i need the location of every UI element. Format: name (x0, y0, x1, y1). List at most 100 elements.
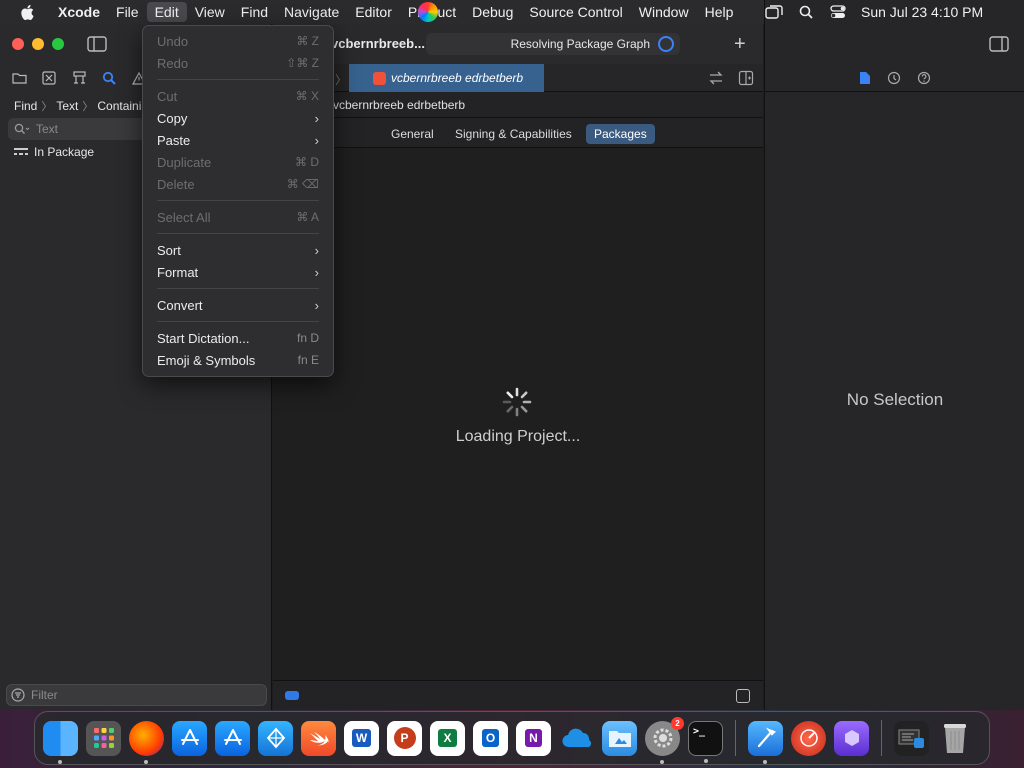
apple-icon[interactable] (18, 3, 36, 21)
recent-documents-stack-icon[interactable] (894, 720, 929, 756)
debug-bar (273, 680, 763, 710)
project-title[interactable]: vcbernrbreeb... (331, 36, 425, 51)
jump-bar: vcbernrbreeb edrbetberb (273, 92, 763, 118)
microsoft-outlook-icon[interactable]: O (473, 720, 508, 756)
search-icon (14, 123, 30, 134)
menu-item-emoji-symbols[interactable]: Emoji & Symbols fn E (143, 349, 333, 371)
segment-signing-capabilities[interactable]: Signing & Capabilities (447, 124, 580, 144)
terminal-glyph: >_ (693, 725, 706, 737)
app-store-icon[interactable] (172, 720, 207, 756)
menu-item-label: Sort (157, 242, 181, 258)
search-scope[interactable]: In Package (14, 145, 94, 159)
swift-playgrounds-icon[interactable] (301, 720, 336, 756)
app-store-alt-icon[interactable] (215, 720, 250, 756)
running-indicator (660, 759, 664, 764)
help-inspector-icon[interactable] (917, 71, 931, 85)
chevron-right-icon[interactable]: 〉 (335, 71, 347, 88)
menu-source-control[interactable]: Source Control (521, 2, 630, 22)
xcode-icon[interactable] (748, 720, 783, 764)
add-library-button[interactable]: + (734, 34, 746, 54)
file-inspector-icon[interactable] (859, 71, 871, 85)
no-selection-label: No Selection (846, 390, 944, 409)
xcode-instruments-icon[interactable] (258, 720, 293, 756)
color-wheel-cursor-icon (418, 2, 438, 22)
menu-separator (157, 233, 319, 234)
instruments-icon[interactable] (791, 720, 826, 756)
menu-item-undo[interactable]: Undo ⌘ Z (143, 30, 333, 52)
menu-help[interactable]: Help (697, 2, 742, 22)
close-window-button[interactable] (12, 38, 24, 50)
menu-item-duplicate[interactable]: Duplicate ⌘ D (143, 151, 333, 173)
breadcrumb-find[interactable]: Find (14, 99, 37, 113)
system-settings-icon[interactable]: 2 (645, 716, 684, 764)
segment-general[interactable]: General (383, 124, 442, 144)
scope-icon (14, 148, 28, 155)
show-debug-area-icon[interactable] (736, 689, 750, 703)
inspector-toggle-icon[interactable] (989, 36, 1009, 52)
menu-item-redo[interactable]: Redo ⇧⌘ Z (143, 52, 333, 74)
launchpad-icon[interactable] (86, 720, 121, 756)
microsoft-excel-icon[interactable]: X (430, 720, 465, 756)
finder-icon[interactable] (43, 720, 78, 764)
navigator-filter-input[interactable]: Filter (6, 684, 267, 706)
menu-find[interactable]: Find (233, 2, 276, 22)
editor-tab-project[interactable]: vcbernrbreeb edrbetberb (349, 64, 544, 92)
menu-clock[interactable]: Sun Jul 23 4:10 PM (861, 4, 983, 20)
menu-item-delete[interactable]: Delete ⌘ ⌫ (143, 173, 333, 195)
menu-separator (157, 321, 319, 322)
firefox-icon[interactable] (129, 720, 164, 764)
menu-app-xcode[interactable]: Xcode (50, 2, 108, 22)
trash-icon[interactable] (937, 721, 972, 756)
find-navigator-icon[interactable] (100, 69, 118, 87)
menu-item-cut[interactable]: Cut ⌘ X (143, 85, 333, 107)
menu-window[interactable]: Window (631, 2, 697, 22)
folder-icon[interactable] (10, 69, 28, 87)
spotlight-search-icon[interactable] (797, 4, 815, 20)
history-inspector-icon[interactable] (887, 71, 901, 85)
symbol-hierarchy-icon[interactable] (70, 69, 88, 87)
menu-item-sort[interactable]: Sort › (143, 239, 333, 261)
zoom-window-button[interactable] (52, 38, 64, 50)
file-manager-icon[interactable] (602, 720, 637, 756)
chevron-right-icon: › (314, 242, 319, 258)
menu-item-copy[interactable]: Copy › (143, 107, 333, 129)
menu-item-select-all[interactable]: Select All ⌘ A (143, 206, 333, 228)
menu-file[interactable]: File (108, 2, 147, 22)
chevron-right-icon: › (314, 132, 319, 148)
microsoft-word-icon[interactable]: W (344, 720, 379, 756)
onedrive-icon[interactable] (559, 721, 594, 756)
menu-item-convert[interactable]: Convert › (143, 294, 333, 316)
breadcrumb-text[interactable]: Text (56, 99, 78, 113)
menu-debug[interactable]: Debug (464, 2, 521, 22)
microsoft-powerpoint-icon[interactable]: P (387, 720, 422, 756)
menu-shortcut: ⌘ ⌫ (286, 177, 319, 191)
terminal-icon[interactable]: >_ (688, 720, 723, 763)
related-items-icon[interactable] (708, 70, 724, 86)
jump-bar-path[interactable]: vcbernrbreeb edrbetberb (333, 98, 465, 112)
control-center-icon[interactable] (829, 4, 847, 20)
debug-area-indicator[interactable] (285, 691, 299, 700)
menu-separator (157, 200, 319, 201)
minimize-window-button[interactable] (32, 38, 44, 50)
microsoft-onenote-icon[interactable]: N (516, 720, 551, 756)
menu-edit[interactable]: Edit (146, 2, 187, 22)
inspector-panel: No Selection (764, 24, 1024, 710)
loading-message: Loading Project... (455, 428, 581, 445)
simulator-icon[interactable] (834, 720, 869, 756)
menu-item-start-dictation[interactable]: Start Dictation... fn D (143, 327, 333, 349)
menu-navigate[interactable]: Navigate (276, 2, 347, 22)
window-switcher-icon[interactable] (765, 4, 783, 20)
chevron-right-icon: 〉 (82, 101, 94, 113)
project-editor-segments: General Signing & Capabilities Packages (273, 118, 763, 148)
segment-packages[interactable]: Packages (586, 124, 655, 144)
menu-editor[interactable]: Editor (347, 2, 400, 22)
menu-view[interactable]: View (187, 2, 233, 22)
menu-separator (157, 288, 319, 289)
split-editor-icon[interactable] (738, 70, 754, 86)
menu-item-format[interactable]: Format › (143, 261, 333, 283)
source-control-icon[interactable] (40, 69, 58, 87)
sidebar-toggle-icon[interactable] (87, 36, 107, 52)
menu-item-paste[interactable]: Paste › (143, 129, 333, 151)
loading-spinner-icon (501, 386, 533, 418)
menu-bar: Xcode File Edit View Find Navigate Edito… (0, 0, 1024, 24)
